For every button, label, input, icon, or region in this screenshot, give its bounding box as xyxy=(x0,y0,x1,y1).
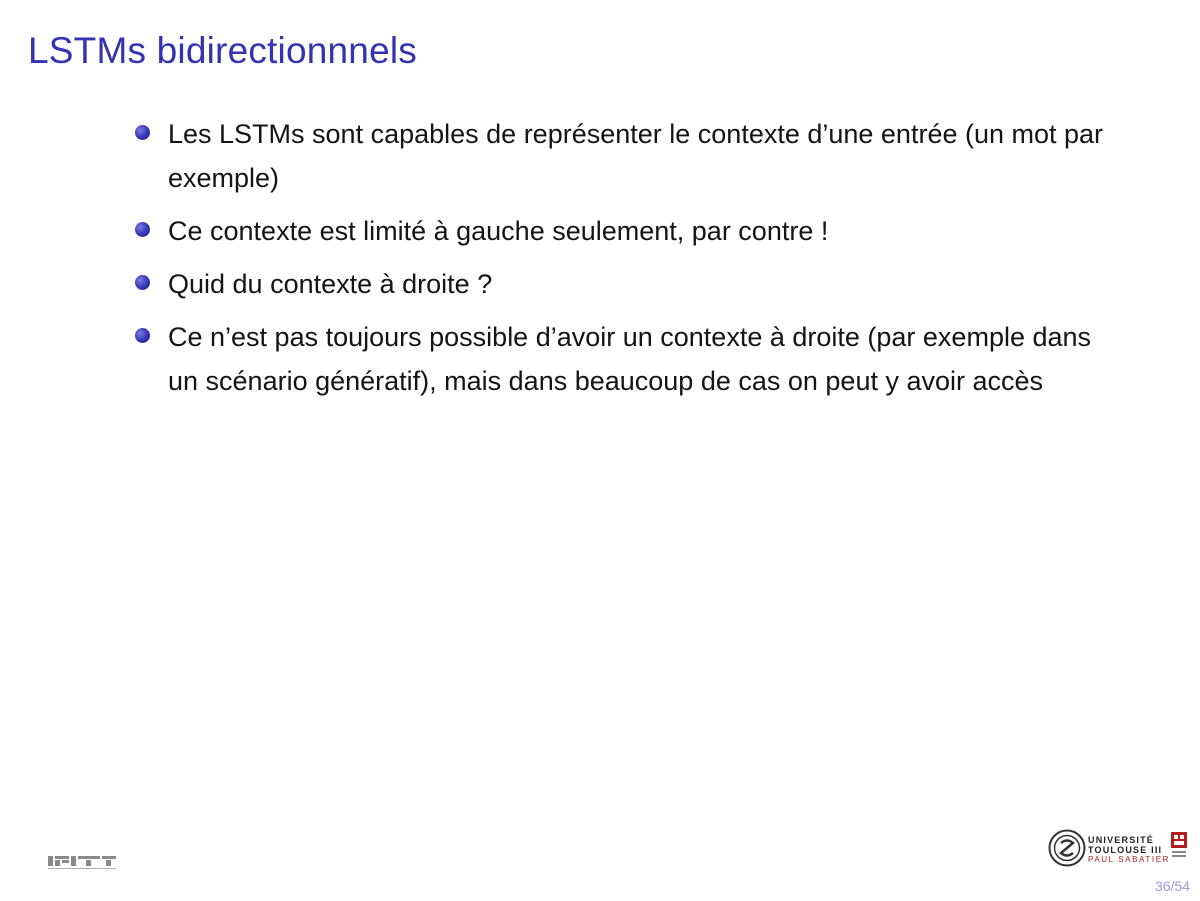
university-line1: UNIVERSITÉ xyxy=(1088,835,1155,845)
bullet-dot-icon xyxy=(135,328,150,343)
university-name: UNIVERSITÉ TOULOUSE III PAUL SABATIER xyxy=(1088,835,1170,865)
bullet-dot-icon xyxy=(135,125,150,140)
university-line2: TOULOUSE III xyxy=(1088,845,1163,855)
university-logo: UNIVERSITÉ TOULOUSE III PAUL SABATIER xyxy=(1048,829,1190,875)
bullet-text: Les LSTMs sont capables de représenter l… xyxy=(168,119,1104,193)
slide-title: LSTMs bidirectionnnels xyxy=(28,30,417,71)
university-line3: PAUL SABATIER xyxy=(1088,855,1171,864)
bullet-item: Quid du contexte à droite ? xyxy=(132,262,1112,306)
irit-logo xyxy=(48,856,116,869)
bullet-text: Ce n’est pas toujours possible d’avoir u… xyxy=(168,322,1092,396)
bullet-item: Ce n’est pas toujours possible d’avoir u… xyxy=(132,315,1112,403)
page-number: 36/54 xyxy=(1154,878,1190,894)
bullet-dot-icon xyxy=(135,275,150,290)
slide: LSTMs bidirectionnnels Les LSTMs sont ca… xyxy=(0,0,1200,901)
bullet-list: Les LSTMs sont capables de représenter l… xyxy=(132,112,1112,412)
bullet-item: Ce contexte est limité à gauche seulemen… xyxy=(132,209,1112,253)
bullet-dot-icon xyxy=(135,222,150,237)
bullet-text: Quid du contexte à droite ? xyxy=(168,269,493,299)
university-crest-icon xyxy=(1171,832,1187,857)
bullet-item: Les LSTMs sont capables de représenter l… xyxy=(132,112,1112,200)
university-seal-icon xyxy=(1048,829,1086,867)
bullet-text: Ce contexte est limité à gauche seulemen… xyxy=(168,216,829,246)
